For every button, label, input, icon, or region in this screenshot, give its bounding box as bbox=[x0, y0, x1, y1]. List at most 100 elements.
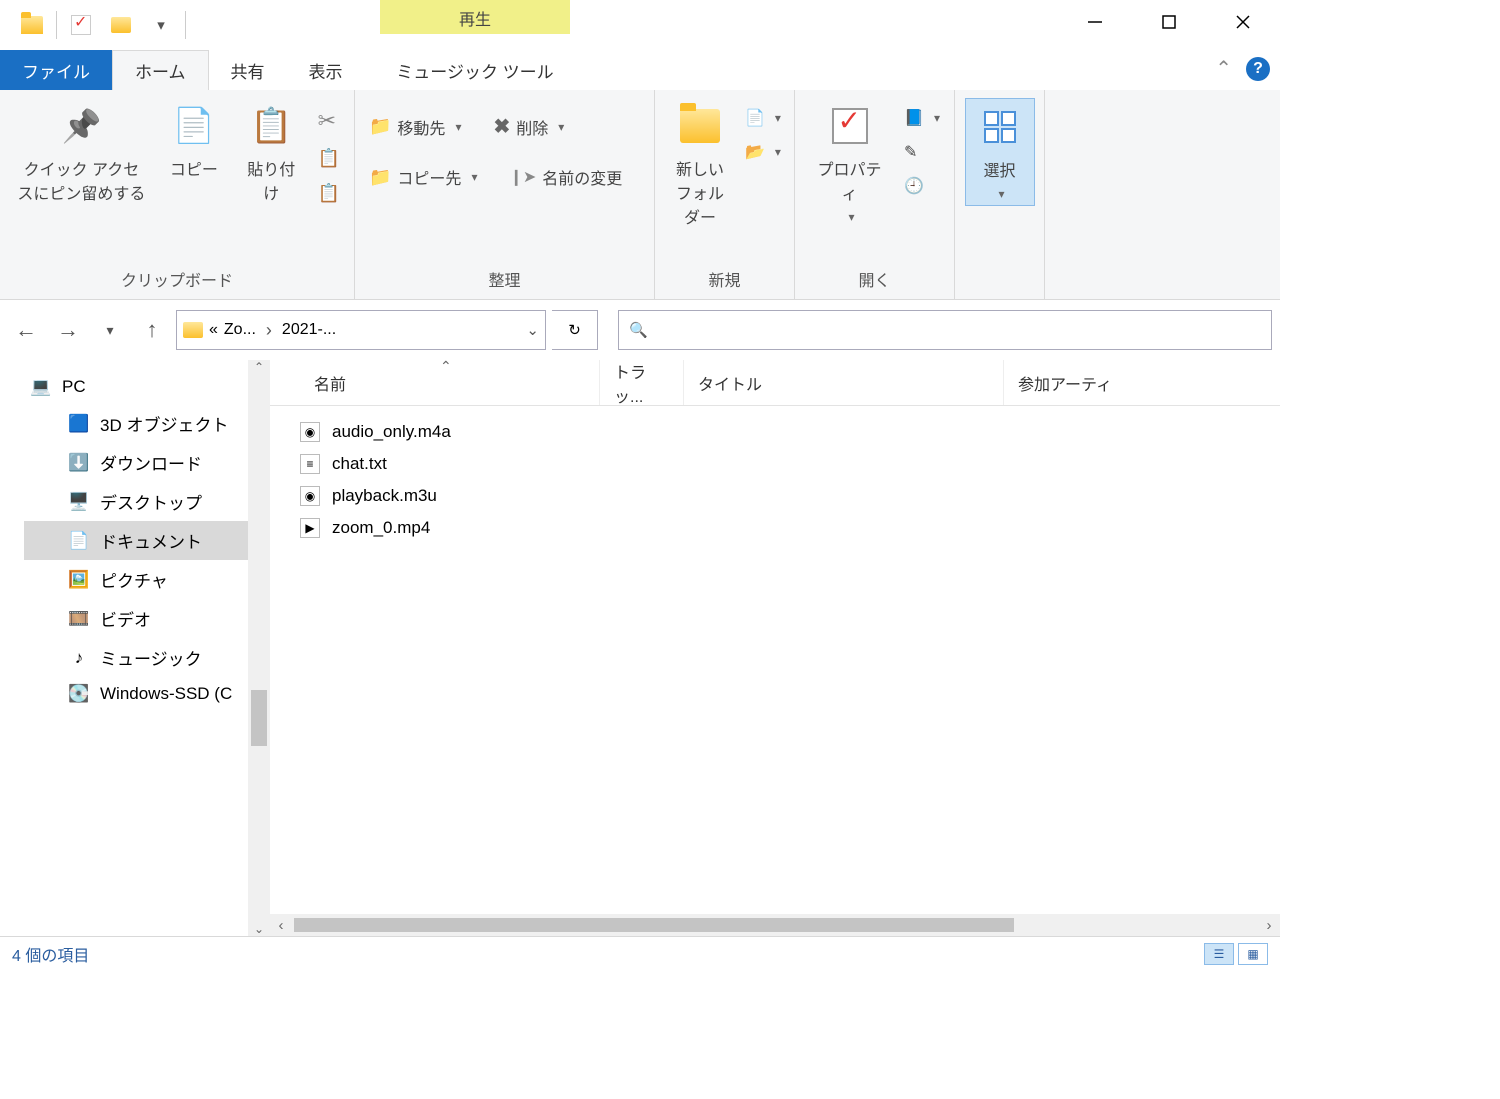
search-icon: 🔍 bbox=[629, 321, 648, 339]
breadcrumb-separator-icon bbox=[262, 320, 276, 341]
open-button[interactable]: 📘 bbox=[900, 102, 944, 134]
breadcrumb-1[interactable]: Zo... bbox=[224, 321, 256, 339]
scroll-left-icon[interactable]: ‹ bbox=[270, 917, 292, 934]
column-artist[interactable]: 参加アーティ bbox=[1004, 360, 1280, 405]
qat-folder-icon[interactable] bbox=[12, 5, 52, 45]
tree-item-label: ミュージック bbox=[100, 645, 202, 670]
new-folder-button[interactable]: 新しいフォルダー bbox=[665, 98, 735, 232]
file-row[interactable]: ◉audio_only.m4a bbox=[300, 416, 1280, 448]
pin-label: クイック アクセスにピン留めする bbox=[16, 156, 147, 204]
copy-path-icon bbox=[318, 148, 340, 169]
tree-item-icon: ⬇️ bbox=[68, 453, 90, 473]
navigation-pane: 💻PC🟦3D オブジェクト ⬇️ ダウンロード 🖥️デスクトップ📄ドキュメント🖼️ピク… bbox=[0, 360, 270, 936]
qat-separator-2 bbox=[185, 11, 186, 39]
hscroll-thumb[interactable] bbox=[294, 918, 1014, 932]
forward-button[interactable]: → bbox=[50, 312, 86, 348]
select-button[interactable]: 選択 bbox=[965, 98, 1035, 206]
back-button[interactable]: ← bbox=[8, 312, 44, 348]
copy-button[interactable]: コピー bbox=[159, 98, 229, 184]
search-box[interactable]: 🔍 bbox=[618, 310, 1272, 350]
file-row[interactable]: ◉playback.m3u bbox=[300, 480, 1280, 512]
tree-item[interactable]: 🎞️ビデオ bbox=[24, 599, 270, 638]
rename-icon bbox=[509, 167, 536, 187]
tree-item-pc[interactable]: 💻PC bbox=[24, 370, 270, 404]
tab-music-tools[interactable]: ミュージック ツール bbox=[380, 50, 570, 91]
tab-file[interactable]: ファイル bbox=[0, 50, 112, 90]
copy-to-icon bbox=[369, 167, 391, 188]
minimize-button[interactable] bbox=[1058, 0, 1132, 44]
qat-separator bbox=[56, 11, 57, 39]
tree-item[interactable]: 🖥️デスクトップ bbox=[24, 482, 270, 521]
pin-to-quick-access-button[interactable]: クイック アクセスにピン留めする bbox=[10, 98, 153, 208]
breadcrumb-2[interactable]: 2021-... bbox=[282, 321, 336, 339]
help-button[interactable]: ? bbox=[1246, 57, 1270, 81]
navpane-scrollbar[interactable]: ⌃ ⌄ bbox=[248, 360, 270, 936]
rename-button[interactable]: 名前の変更 bbox=[505, 159, 626, 195]
qat-properties-icon[interactable] bbox=[61, 5, 101, 45]
file-icon: ◉ bbox=[300, 422, 320, 442]
clipboard-group-label: クリップボード bbox=[0, 262, 354, 299]
properties-button[interactable]: プロパティ bbox=[805, 98, 894, 228]
tree-item-label: ダウンロード bbox=[100, 450, 202, 475]
tree-item[interactable]: 🟦3D オブジェクト bbox=[24, 404, 270, 443]
tab-share[interactable]: 共有 bbox=[209, 50, 287, 90]
status-bar: 4 個の項目 ☰ ▦ bbox=[0, 936, 1280, 970]
tree-item[interactable]: ⬇️ ダウンロード bbox=[24, 443, 270, 482]
address-history-dropdown[interactable]: ⌄ bbox=[526, 321, 539, 339]
file-list-pane: 名前 トラッ... タイトル 参加アーティ ◉audio_only.m4a≡ch… bbox=[270, 360, 1280, 936]
file-name: playback.m3u bbox=[332, 486, 437, 506]
recent-locations-dropdown[interactable]: ▾ bbox=[92, 312, 128, 348]
paste-shortcut-button[interactable] bbox=[314, 177, 344, 210]
file-name: chat.txt bbox=[332, 454, 387, 474]
scroll-up-icon[interactable]: ⌃ bbox=[254, 360, 264, 374]
up-button[interactable]: ↑ bbox=[134, 312, 170, 348]
tree-item-label: ピクチャ bbox=[100, 567, 168, 592]
column-name[interactable]: 名前 bbox=[300, 360, 600, 405]
tree-item-label: Windows-SSD (C bbox=[100, 684, 232, 704]
tab-home[interactable]: ホーム bbox=[112, 50, 209, 90]
tree-item-label: ドキュメント bbox=[100, 528, 202, 553]
horizontal-scrollbar[interactable]: ‹ › bbox=[270, 914, 1280, 936]
view-thumbnails-button[interactable]: ▦ bbox=[1238, 943, 1268, 965]
tree-item[interactable]: 💽 Windows-SSD (C bbox=[24, 677, 270, 711]
scroll-right-icon[interactable]: › bbox=[1258, 917, 1280, 934]
file-list: ◉audio_only.m4a≡chat.txt◉playback.m3u▶zo… bbox=[270, 406, 1280, 544]
collapse-ribbon-icon[interactable]: ⌃ bbox=[1215, 56, 1232, 81]
edit-button[interactable]: ✎ bbox=[900, 136, 944, 168]
copy-path-button[interactable] bbox=[314, 142, 344, 175]
cut-button[interactable] bbox=[314, 102, 344, 140]
move-to-button[interactable]: 移動先 bbox=[365, 108, 465, 145]
column-title[interactable]: タイトル bbox=[684, 360, 1004, 405]
copy-to-button[interactable]: コピー先 bbox=[365, 159, 481, 195]
paste-icon bbox=[250, 102, 292, 150]
close-button[interactable] bbox=[1206, 0, 1280, 44]
file-row[interactable]: ▶zoom_0.mp4 bbox=[300, 512, 1280, 544]
tree-item-icon: 💽 bbox=[68, 684, 90, 704]
new-item-button[interactable]: 📄 bbox=[741, 102, 785, 134]
address-bar[interactable]: « Zo... 2021-... ⌄ bbox=[176, 310, 546, 350]
tree-item[interactable]: ♪ミュージック bbox=[24, 638, 270, 677]
tree-item-icon: 🟦 bbox=[68, 414, 90, 434]
status-item-count: 4 個の項目 bbox=[12, 942, 89, 966]
scrollbar-thumb[interactable] bbox=[251, 690, 267, 746]
ribbon-group-new: 新しいフォルダー 📄 📂 新規 bbox=[655, 90, 795, 299]
delete-button[interactable]: 削除 bbox=[489, 108, 568, 145]
tab-view[interactable]: 表示 bbox=[287, 50, 365, 90]
pc-icon: 💻 bbox=[30, 377, 52, 397]
tree-item-icon: 🖥️ bbox=[68, 492, 90, 512]
pin-icon bbox=[62, 102, 102, 150]
view-details-button[interactable]: ☰ bbox=[1204, 943, 1234, 965]
tree-item[interactable]: 📄ドキュメント bbox=[24, 521, 270, 560]
tree-item[interactable]: 🖼️ピクチャ bbox=[24, 560, 270, 599]
file-row[interactable]: ≡chat.txt bbox=[300, 448, 1280, 480]
easy-access-button[interactable]: 📂 bbox=[741, 136, 785, 168]
paste-button[interactable]: 貼り付け bbox=[235, 98, 308, 208]
qat-new-folder-icon[interactable] bbox=[101, 5, 141, 45]
column-track[interactable]: トラッ... bbox=[600, 360, 684, 405]
qat-customize-dropdown[interactable]: ▾ bbox=[141, 5, 181, 45]
scroll-down-icon[interactable]: ⌄ bbox=[254, 922, 264, 936]
refresh-button[interactable]: ↻ bbox=[552, 310, 598, 350]
maximize-button[interactable] bbox=[1132, 0, 1206, 44]
history-button[interactable]: 🕘 bbox=[900, 170, 944, 202]
address-prefix: « bbox=[209, 321, 218, 339]
